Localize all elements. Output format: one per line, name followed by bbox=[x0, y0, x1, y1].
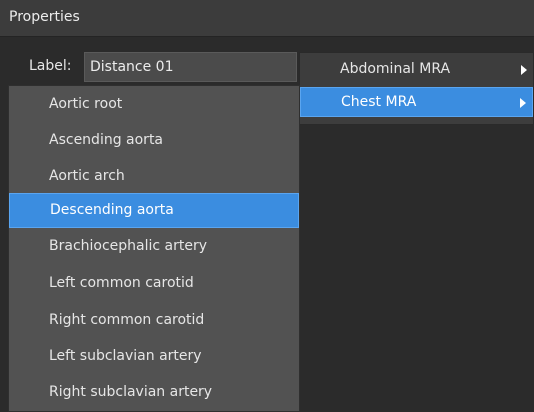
submenu-item-chest-mra[interactable]: Chest MRA bbox=[300, 87, 533, 117]
properties-panel: Properties Label: Distance 01 Abdominal … bbox=[0, 0, 534, 412]
label-field-label: Label: bbox=[29, 58, 72, 74]
list-item-label: Right common carotid bbox=[49, 312, 205, 328]
list-item-label: Descending aorta bbox=[50, 202, 174, 218]
list-item-label: Brachiocephalic artery bbox=[49, 238, 208, 254]
list-item-label: Aortic root bbox=[49, 96, 123, 112]
submenu-item-abdominal-mra[interactable]: Abdominal MRA bbox=[300, 55, 533, 85]
label-dropdown-list: Aortic root Ascending aorta Aortic arch … bbox=[8, 85, 300, 412]
list-item-label: Aortic arch bbox=[49, 168, 125, 184]
list-item-label: Left common carotid bbox=[49, 275, 194, 291]
list-item-right-common-carotid[interactable]: Right common carotid bbox=[9, 304, 299, 339]
submenu-item-label: Chest MRA bbox=[341, 94, 417, 110]
list-item-left-subclavian-artery[interactable]: Left subclavian artery bbox=[9, 340, 299, 375]
list-item-right-subclavian-artery[interactable]: Right subclavian artery bbox=[9, 376, 299, 411]
list-item-aortic-arch[interactable]: Aortic arch bbox=[9, 160, 299, 195]
list-item-left-common-carotid[interactable]: Left common carotid bbox=[9, 267, 299, 302]
submenu-arrow-icon bbox=[520, 98, 526, 108]
list-item-descending-aorta[interactable]: Descending aorta bbox=[9, 193, 299, 228]
list-item-label: Ascending aorta bbox=[49, 132, 164, 148]
panel-header: Properties bbox=[0, 0, 534, 37]
submenu-arrow-icon bbox=[521, 65, 527, 75]
list-item-aortic-root[interactable]: Aortic root bbox=[9, 88, 299, 123]
list-item-ascending-aorta[interactable]: Ascending aorta bbox=[9, 124, 299, 159]
submenu-item-label: Abdominal MRA bbox=[340, 61, 451, 77]
panel-title: Properties bbox=[9, 9, 80, 25]
list-item-label: Left subclavian artery bbox=[49, 348, 202, 364]
label-input[interactable]: Distance 01 bbox=[84, 52, 297, 82]
category-submenu: Abdominal MRA Chest MRA bbox=[299, 52, 534, 125]
list-item-brachiocephalic-artery[interactable]: Brachiocephalic artery bbox=[9, 230, 299, 265]
list-item-label: Right subclavian artery bbox=[49, 384, 213, 400]
